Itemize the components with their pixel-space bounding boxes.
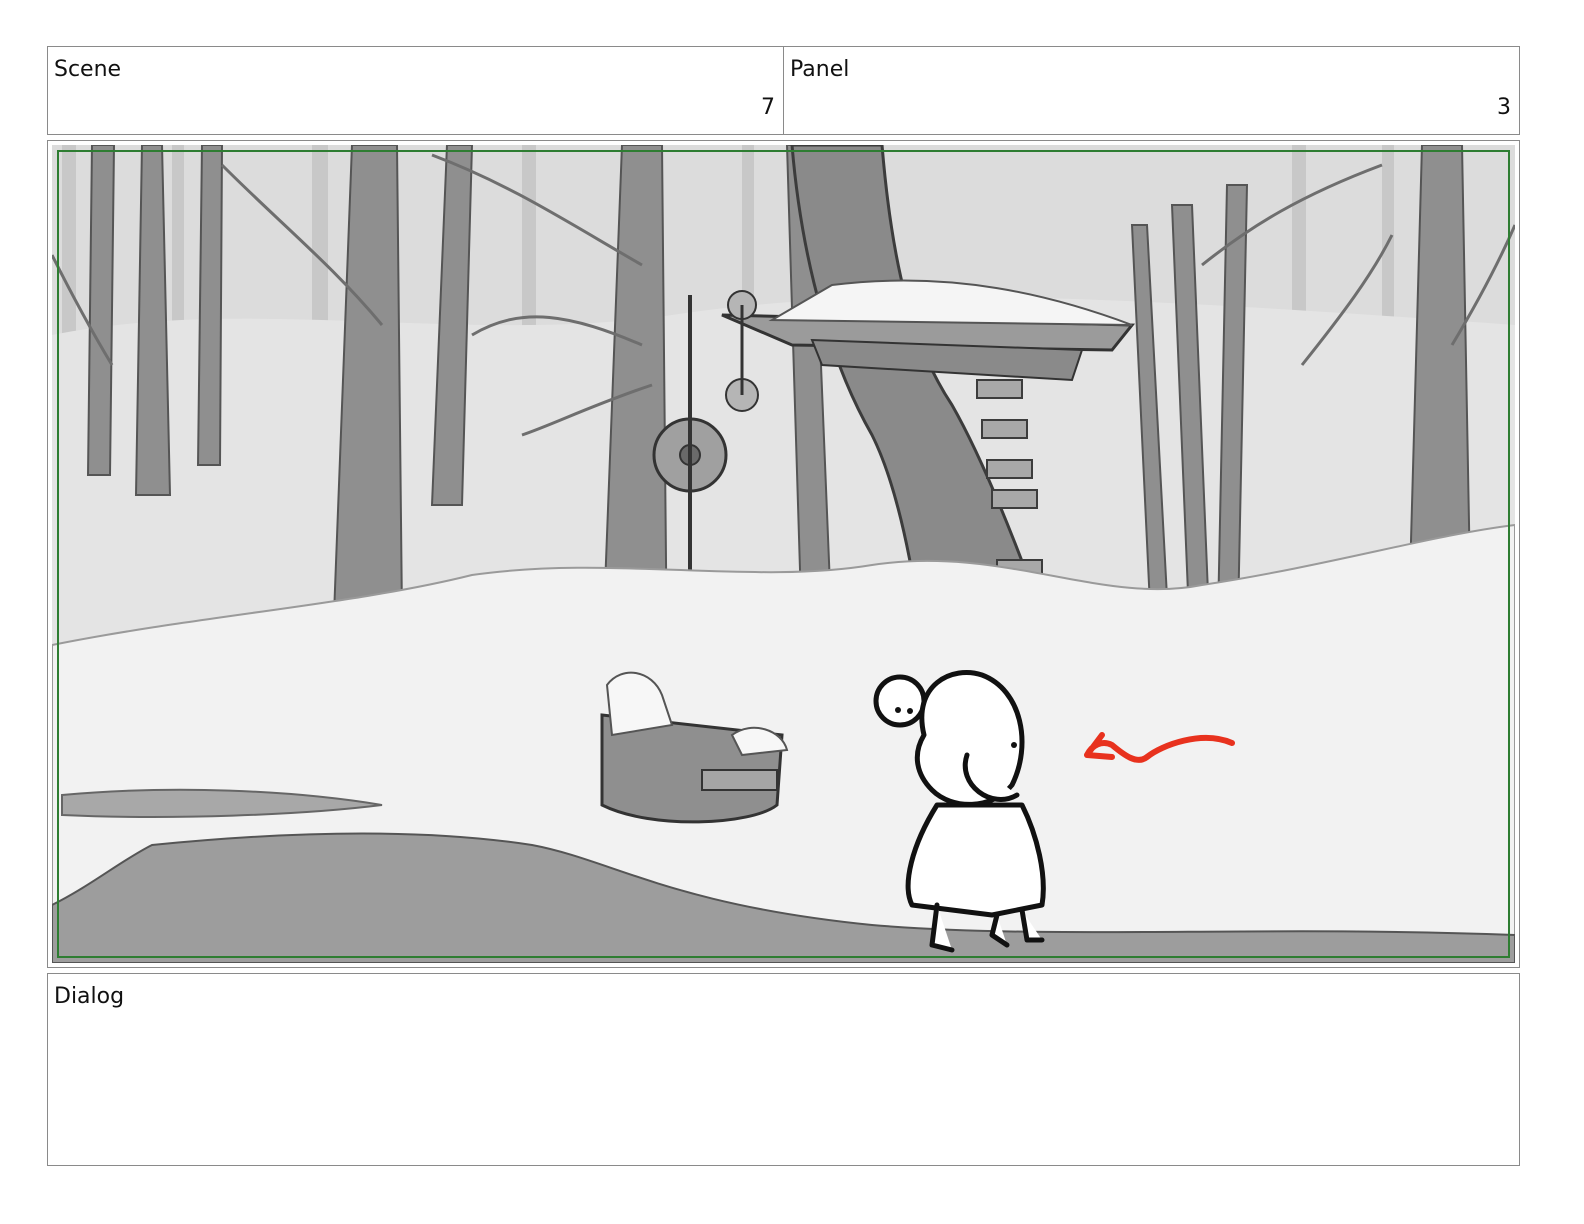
panel-label: Panel <box>790 57 850 82</box>
tree-icon <box>86 145 116 476</box>
panel-number: 3 <box>1497 95 1511 120</box>
dialog-field[interactable]: Dialog <box>47 973 1520 1166</box>
panel-field: Panel 3 <box>783 46 1520 135</box>
scene-field: Scene 7 <box>47 46 784 135</box>
dialog-label: Dialog <box>54 984 125 1009</box>
scene-number: 7 <box>761 95 775 120</box>
scene-label: Scene <box>54 57 122 82</box>
tree-icon <box>196 145 224 466</box>
storyboard-illustration <box>52 145 1515 963</box>
storyboard-frame <box>47 140 1520 968</box>
